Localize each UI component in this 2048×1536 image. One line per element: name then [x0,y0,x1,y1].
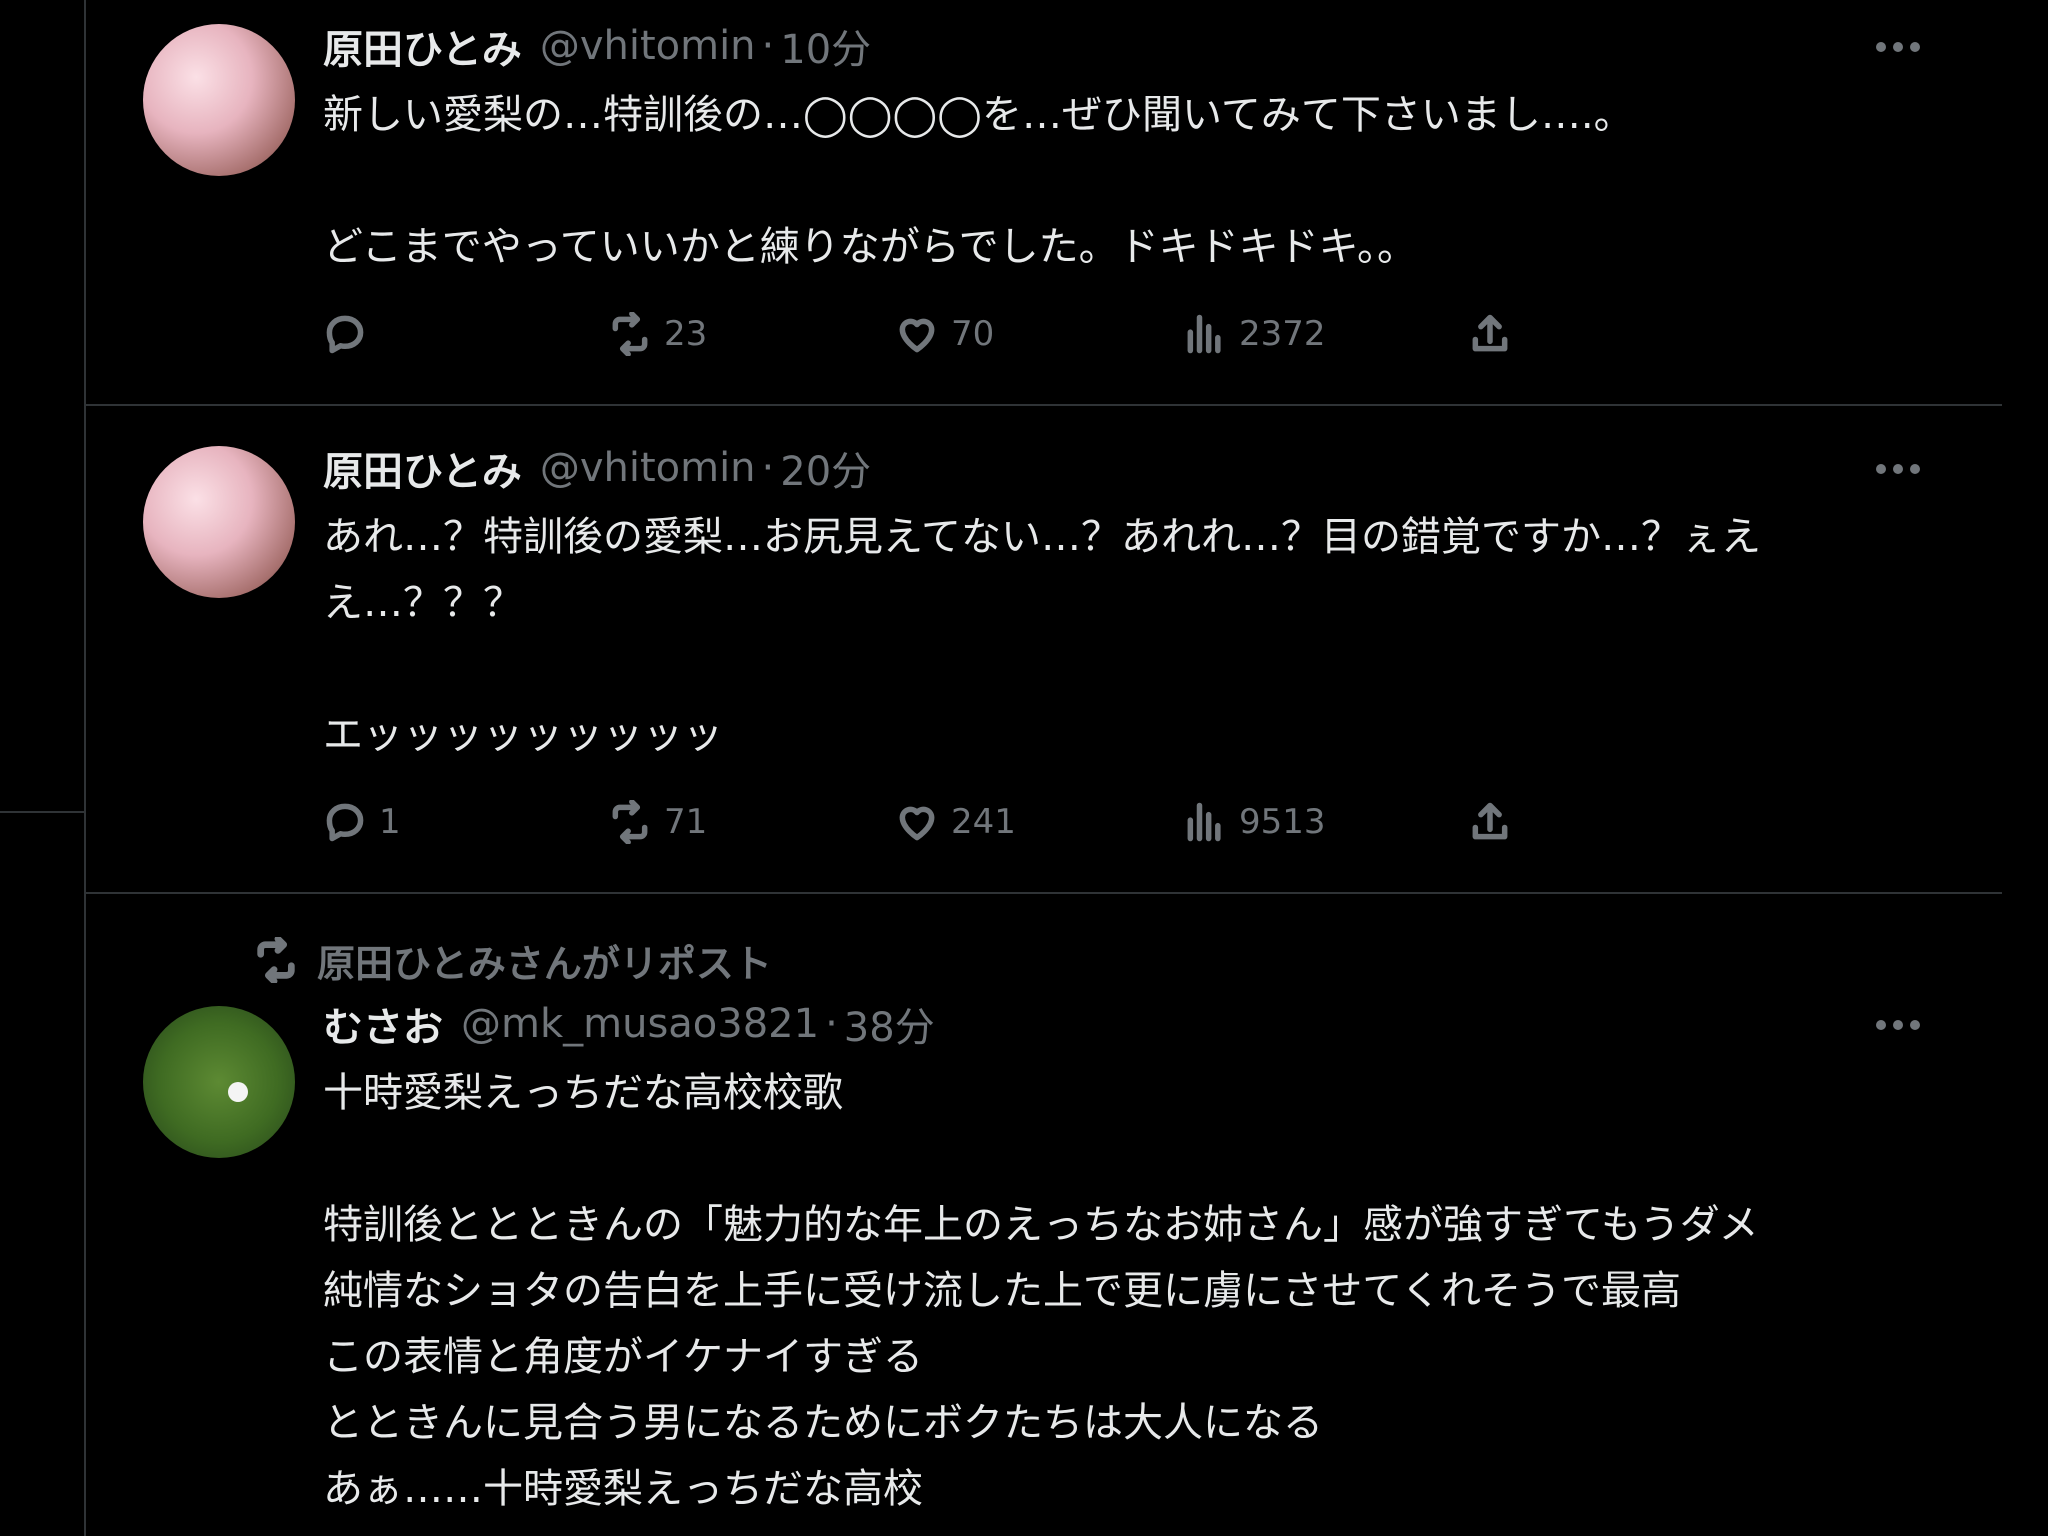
like-button[interactable]: 70 [895,304,994,364]
view-count: 9513 [1239,802,1326,842]
repost-button[interactable]: 71 [608,792,707,852]
heart-icon [899,806,935,841]
separator: · [825,1001,838,1047]
separator: · [761,445,775,491]
tweet-line: え…？？？ [323,580,523,626]
tweet-line: とときんに見合う男になるためにボクたちは大人になる [323,1400,1323,1446]
repost-indicator[interactable]: 原田ひとみさんがリポスト [253,932,772,988]
tweet-line [323,148,1943,214]
tweet-line: あれ…？特訓後の愛梨…お尻見えてない…？あれれ…？目の錯覚ですか…？ぇえ [323,514,1761,560]
repost-icon [257,937,295,983]
tweet[interactable]: 原田ひとみ @vhitomin · 10分 新しい愛梨の…特訓後の…◯◯◯◯を…… [86,0,2002,406]
like-button[interactable]: 241 [895,792,1016,852]
tweet-line: この表情と角度がイケナイすぎる [323,1334,923,1380]
tweet-line: エッッッッッッッッッ [323,712,723,758]
golf-ball [228,1082,248,1102]
timestamp[interactable]: 20分 [780,439,871,497]
like-count: 241 [951,802,1016,842]
view-count: 2372 [1239,314,1326,354]
tweet-line: 十時愛梨えっちだな高校校歌 [323,1070,843,1116]
display-name[interactable]: むさお [323,995,443,1053]
tweet-header: 原田ひとみ @vhitomin · 10分 [323,16,2002,76]
share-icon [1472,802,1508,840]
tweet-actions: 1 71 241 9513 [323,792,1623,852]
tweet-header: 原田ひとみ @vhitomin · 20分 [323,438,2002,498]
share-button[interactable] [1468,304,1512,364]
reply-count: 1 [379,802,401,842]
share-button[interactable] [1468,792,1512,852]
repost-count: 23 [664,314,708,354]
tweet-line: 特訓後ととときんの「魅力的な年上のえっちなお姉さん」感が強すぎてもうダメ [323,1202,1759,1248]
avatar[interactable] [143,1006,295,1158]
repost-count: 71 [664,802,708,842]
repost-icon [612,312,648,356]
tweet-line: どこまでやっていいかと練りながらでした。ドキドキドキ。。 [323,224,1417,270]
share-icon [1472,314,1508,352]
tweet-line [323,636,1943,702]
left-column [0,0,86,1536]
avatar[interactable] [143,24,295,176]
like-count: 70 [951,314,995,354]
views-button[interactable]: 9513 [1183,792,1326,852]
timestamp[interactable]: 10分 [780,17,871,75]
heart-icon [899,318,935,353]
tweet-actions: 23 70 2372 [323,304,1623,364]
tweet-header: むさお @mk_musao3821 · 38分 [323,994,2002,1054]
tweet-line: 新しい愛梨の…特訓後の…◯◯◯◯を…ぜひ聞いてみて下さいまし….。 [323,92,1634,138]
display-name[interactable]: 原田ひとみ [323,439,522,497]
avatar[interactable] [143,446,295,598]
tweet-text: 新しい愛梨の…特訓後の…◯◯◯◯を…ぜひ聞いてみて下さいまし….。 どこまでやっ… [323,82,1943,280]
reply-button[interactable]: 1 [323,792,401,852]
timestamp[interactable]: 38分 [844,995,935,1053]
views-button[interactable]: 2372 [1183,304,1326,364]
more-icon[interactable] [1876,464,1920,476]
views-icon [1187,314,1221,354]
repost-button[interactable]: 23 [608,304,707,364]
tweet-text: あれ…？特訓後の愛梨…お尻見えてない…？あれれ…？目の錯覚ですか…？ぇえ え…？… [323,504,1943,768]
display-name[interactable]: 原田ひとみ [323,17,522,75]
user-handle[interactable]: @vhitomin [540,23,756,69]
tweet-line: 純情なショタの告白を上手に受け流した上で更に虜にさせてくれそうで最高 [323,1268,1681,1314]
reply-icon [326,803,364,842]
tweet[interactable]: 原田ひとみ @vhitomin · 20分 あれ…？特訓後の愛梨…お尻見えてない… [86,406,2002,894]
more-icon[interactable] [1876,1020,1920,1032]
repost-label-text: 原田ひとみさんがリポスト [317,941,772,986]
reply-icon [326,315,364,354]
views-icon [1187,802,1221,842]
tweet-line: あぁ……十時愛梨えっちだな高校 [323,1466,923,1512]
tweet-line [323,1126,1943,1192]
timeline: 原田ひとみ @vhitomin · 10分 新しい愛梨の…特訓後の…◯◯◯◯を…… [86,0,2002,1536]
separator: · [761,23,775,69]
tweet-text: 十時愛梨えっちだな高校校歌 特訓後ととときんの「魅力的な年上のえっちなお姉さん」… [323,1060,1943,1522]
user-handle[interactable]: @vhitomin [540,445,756,491]
tweet[interactable]: むさお @mk_musao3821 · 38分 十時愛梨えっちだな高校校歌 特訓… [86,994,2002,1536]
reply-button[interactable] [323,304,379,364]
repost-icon [612,800,648,844]
user-handle[interactable]: @mk_musao3821 [461,1001,819,1047]
more-icon[interactable] [1876,42,1920,54]
left-column-divider [0,811,84,813]
